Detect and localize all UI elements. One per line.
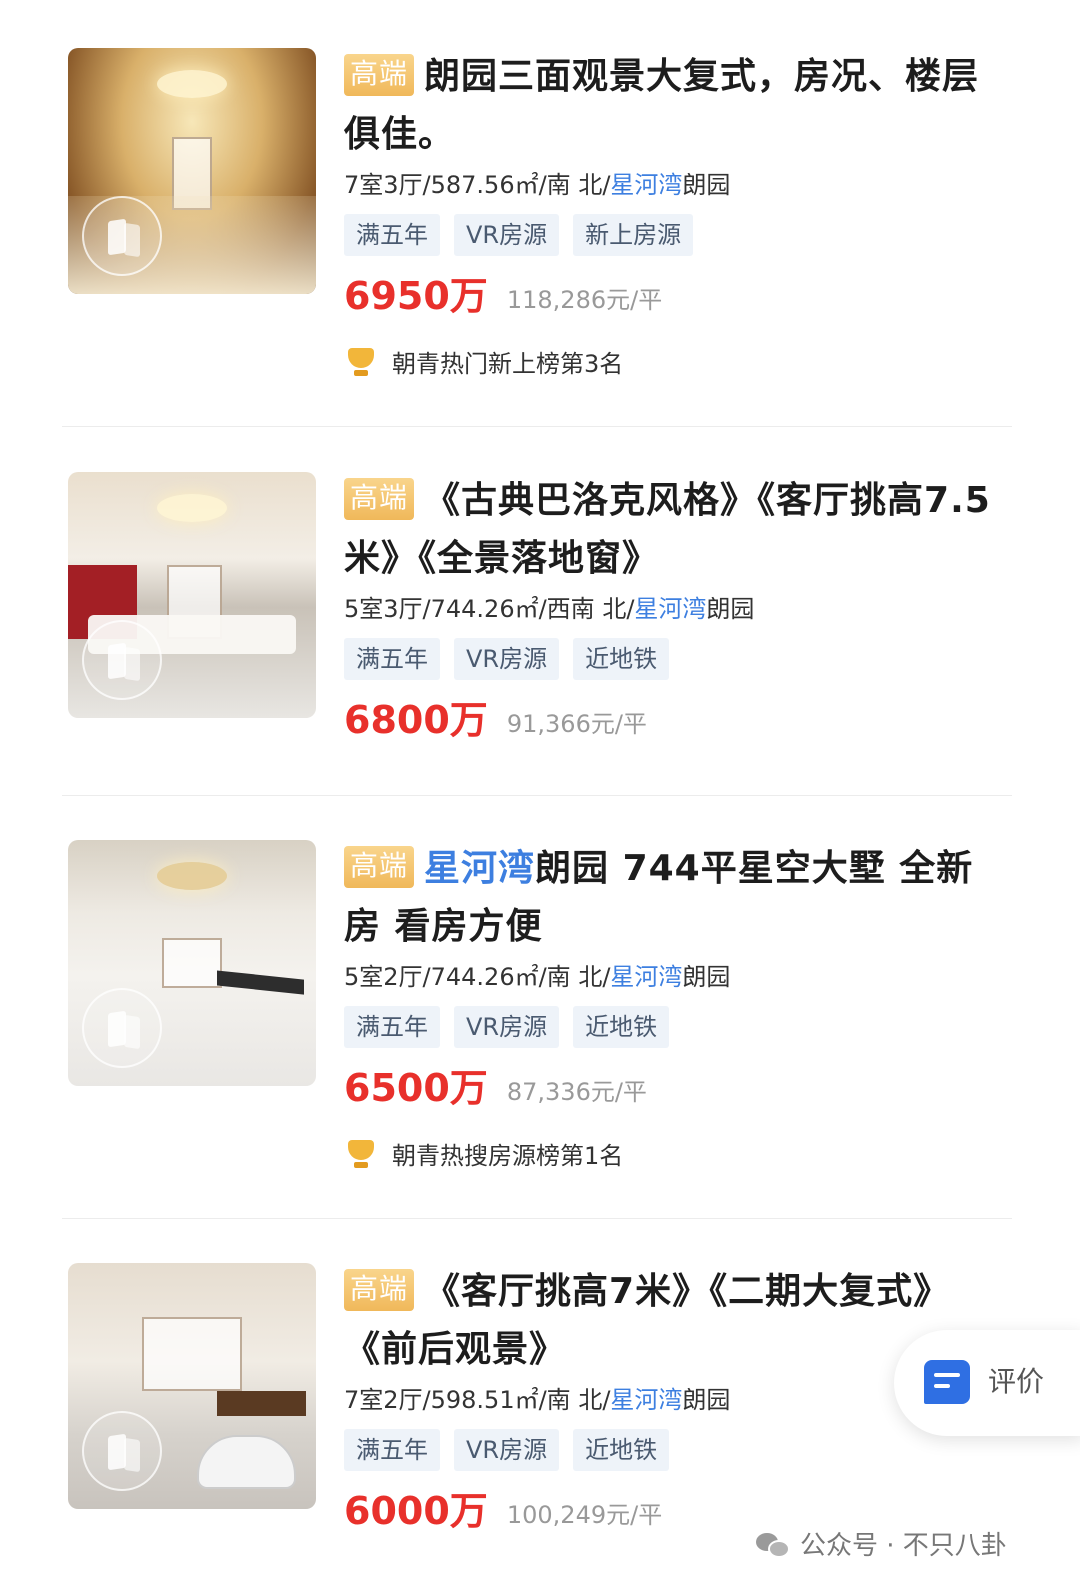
listing-title[interactable]: 高端 《古典巴洛克风格》《客厅挑高7.5米》《全景落地窗》 (344, 472, 1004, 588)
unit-price: 100,249元/平 (506, 1501, 663, 1529)
tag-list: 满五年 VR房源 新上房源 (344, 214, 1004, 258)
tag: VR房源 (454, 214, 560, 256)
listing-card[interactable]: 高端 朗园三面观景大复式，房况、楼层俱佳。 7室3厅/587.56㎡/南 北/星河… (62, 48, 1012, 398)
meta-text: 5室3厅/744.26㎡/西南 北/ (344, 595, 635, 623)
premium-badge: 高端 (344, 478, 415, 520)
toy-car-graphic (196, 1435, 297, 1490)
price-row: 6500万 87,336元/平 (344, 1062, 1004, 1114)
tag: 满五年 (344, 214, 440, 256)
tag: 新上房源 (573, 214, 694, 256)
wechat-icon (756, 1531, 792, 1559)
tag: 满五年 (344, 638, 440, 680)
community-link[interactable]: 星河湾 (610, 963, 682, 991)
trophy-icon (344, 346, 378, 380)
meta-text: 7室2厅/598.51㎡/南 北/ (344, 1386, 611, 1414)
watermark: 公众号 · 不只八卦 (756, 1526, 1007, 1566)
meta-text: 5室2厅/744.26㎡/南 北/ (344, 963, 611, 991)
divider (62, 426, 1012, 427)
window-graphic (162, 938, 222, 988)
title-text: 《客厅挑高7米》《二期大复式》《前后观景》 (344, 1271, 951, 1370)
meta-text: 朗园 (682, 171, 731, 199)
total-price: 6800万 (344, 698, 488, 742)
tag: 近地铁 (573, 638, 670, 680)
vr-360-icon[interactable] (82, 988, 162, 1068)
title-text: 朗园三面观景大复式，房况、楼层俱佳。 (344, 56, 980, 155)
listing-photo[interactable] (68, 48, 316, 294)
meta-text: 朗园 (706, 595, 755, 623)
review-chat-icon (924, 1360, 970, 1404)
listing-photo[interactable] (68, 840, 316, 1086)
title-text: 《古典巴洛克风格》《客厅挑高7.5米》《全景落地窗》 (344, 480, 991, 579)
listing-meta: 5室3厅/744.26㎡/西南 北/星河湾朗园 (344, 592, 1004, 626)
unit-price: 87,336元/平 (506, 1078, 647, 1106)
trophy-icon (344, 1138, 378, 1172)
meta-text: 朗园 (682, 963, 731, 991)
community-link[interactable]: 星河湾 (634, 595, 706, 623)
divider (62, 795, 1012, 796)
listing-card[interactable]: 高端 《客厅挑高7米》《二期大复式》《前后观景》 7室2厅/598.51㎡/南 北… (62, 1263, 1012, 1563)
meta-text: 7室3厅/587.56㎡/南 北/ (344, 171, 611, 199)
chandelier-graphic (157, 494, 227, 522)
tag: 满五年 (344, 1006, 440, 1048)
tag-list: 满五年 VR房源 近地铁 (344, 1429, 1004, 1473)
price-row: 6800万 91,366元/平 (344, 694, 1004, 746)
meta-text: 朗园 (682, 1386, 731, 1414)
tag-list: 满五年 VR房源 近地铁 (344, 638, 1004, 682)
bench-graphic (216, 970, 304, 995)
ranking-text: 朝青热搜房源榜第1名 (392, 1142, 624, 1170)
community-link[interactable]: 星河湾 (610, 171, 682, 199)
divider (62, 1218, 1012, 1219)
listing-photo[interactable] (68, 1263, 316, 1509)
vr-360-icon[interactable] (82, 620, 162, 700)
premium-badge: 高端 (344, 1269, 415, 1311)
tag: 满五年 (344, 1429, 440, 1471)
tag-list: 满五年 VR房源 近地铁 (344, 1006, 1004, 1050)
window-graphic (142, 1317, 242, 1391)
premium-badge: 高端 (344, 846, 415, 888)
tag: 近地铁 (573, 1429, 670, 1471)
tag: VR房源 (454, 638, 560, 680)
community-link[interactable]: 星河湾 (610, 1386, 682, 1414)
listing-meta: 7室3厅/587.56㎡/南 北/星河湾朗园 (344, 168, 1004, 202)
total-price: 6500万 (344, 1066, 488, 1110)
listing-card[interactable]: 高端 星河湾朗园 744平星空大墅 全新房 看房方便 5室2厅/744.26㎡/南… (62, 840, 1012, 1190)
tag: 近地铁 (573, 1006, 670, 1048)
chandelier-graphic (157, 862, 227, 890)
listing-photo[interactable] (68, 472, 316, 718)
total-price: 6000万 (344, 1489, 488, 1533)
listing-title[interactable]: 高端 星河湾朗园 744平星空大墅 全新房 看房方便 (344, 840, 1004, 956)
unit-price: 91,366元/平 (506, 710, 647, 738)
watermark-text: 公众号 · 不只八卦 (800, 1531, 1007, 1561)
listing-meta: 5室2厅/744.26㎡/南 北/星河湾朗园 (344, 960, 1004, 994)
ranking-text: 朝青热门新上榜第3名 (392, 350, 624, 378)
chandelier-graphic (157, 70, 227, 98)
total-price: 6950万 (344, 274, 488, 318)
ranking-badge[interactable]: 朝青热搜房源榜第1名 (344, 1136, 1004, 1176)
review-floating-button[interactable]: 评价 (894, 1330, 1080, 1436)
vr-360-icon[interactable] (82, 196, 162, 276)
premium-badge: 高端 (344, 54, 415, 96)
unit-price: 118,286元/平 (506, 286, 663, 314)
listing-title[interactable]: 高端 朗园三面观景大复式，房况、楼层俱佳。 (344, 48, 1004, 164)
title-community-link[interactable]: 星河湾 (424, 848, 535, 889)
listing-card[interactable]: 高端 《古典巴洛克风格》《客厅挑高7.5米》《全景落地窗》 5室3厅/744.26… (62, 472, 1012, 772)
review-label: 评价 (988, 1365, 1045, 1398)
ranking-badge[interactable]: 朝青热门新上榜第3名 (344, 344, 1004, 384)
price-row: 6950万 118,286元/平 (344, 270, 1004, 322)
tag: VR房源 (454, 1006, 560, 1048)
tag: VR房源 (454, 1429, 560, 1471)
vr-360-icon[interactable] (82, 1411, 162, 1491)
table-graphic (216, 1390, 307, 1416)
